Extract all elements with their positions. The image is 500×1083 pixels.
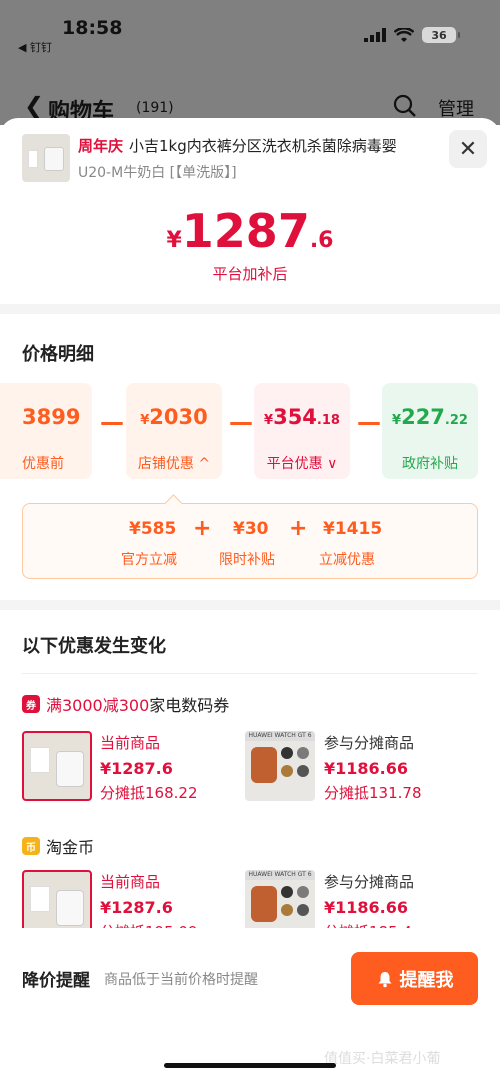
sub-value-instant: ¥1415 — [323, 519, 383, 539]
platform-currency: ¥ — [264, 413, 274, 428]
coin-name: 淘金币 — [46, 838, 95, 857]
watermark: 值值买·白菜君小葡 — [324, 1051, 441, 1067]
back-icon[interactable]: ❮ — [24, 92, 44, 120]
store-discount-detail: ¥585 官方立减 + ¥30 限时补贴 + ¥1415 立减优惠 — [22, 503, 478, 579]
back-to-app-link[interactable]: ◀ 钉钉 — [18, 39, 52, 55]
sub-label-limited: 限时补贴 — [219, 552, 275, 568]
store-currency: ¥ — [140, 413, 150, 428]
store-discount-label: 店铺优惠 ^ — [137, 456, 211, 472]
original-label: 优惠前 — [22, 456, 64, 472]
section-divider — [0, 304, 500, 314]
remind-me-button[interactable]: 提醒我 — [351, 952, 478, 1005]
home-indicator[interactable] — [164, 1063, 336, 1068]
current-product-label: 当前商品 — [100, 873, 161, 891]
watch-header: HUAWEI WATCH GT 6 — [245, 870, 315, 880]
cart-count: (191) — [136, 100, 174, 116]
minus-sign: — — [357, 408, 381, 436]
close-button[interactable]: ✕ — [449, 130, 487, 168]
shared-product-price: ¥1186.66 — [324, 898, 409, 917]
sub-label-instant: 立减优惠 — [319, 552, 375, 568]
coupon-icon: 券 — [22, 695, 40, 713]
coin-header: 币 淘金币 — [22, 834, 94, 858]
promo-tag: 周年庆 — [78, 137, 124, 155]
price-note: 平台加补后 — [212, 265, 288, 283]
sub-value-official: ¥585 — [129, 519, 177, 539]
breakdown-gov-subsidy: ¥227.22 政府补贴 — [382, 383, 478, 479]
current-product-share: 分摊抵168.22 — [100, 784, 198, 802]
shared-product-label: 参与分摊商品 — [324, 734, 415, 752]
shared-product-label: 参与分摊商品 — [324, 873, 415, 891]
current-product-price: ¥1287.6 — [100, 759, 173, 778]
price-alert-bar: 降价提醒 商品低于当前价格时提醒 提醒我 值值买·白菜君小葡 — [0, 928, 500, 1083]
product-title: 周年庆 小吉1kg内衣裤分区洗衣机杀菌除病毒婴 — [78, 135, 438, 156]
minus-sign: — — [100, 408, 124, 436]
cellular-signal-icon — [364, 28, 386, 42]
sub-value-limited: ¥30 — [233, 519, 269, 539]
status-icons: 36 — [364, 27, 460, 43]
watch-product-thumbnail[interactable]: HUAWEI WATCH GT 6 — [245, 731, 315, 801]
close-icon: ✕ — [458, 136, 478, 162]
current-product-thumbnail[interactable] — [22, 731, 92, 801]
taojinbi-icon: 币 — [22, 837, 40, 855]
coupon-header: 券 满3000减300 家电数码券 — [22, 692, 229, 716]
minus-sign: — — [229, 408, 253, 436]
sub-label-official: 官方立减 — [121, 552, 177, 568]
changes-title: 以下优惠发生变化 — [22, 636, 166, 657]
original-amount: 3899 — [22, 405, 81, 429]
gov-currency: ¥ — [392, 413, 402, 428]
coupon-highlight: 满3000减300 — [46, 696, 150, 715]
price-alert-title: 降价提醒 — [22, 971, 90, 991]
gov-decimal: .22 — [444, 413, 468, 428]
plus-sign: + — [193, 516, 212, 541]
section-divider — [0, 600, 500, 610]
store-amount: 2030 — [149, 405, 208, 429]
platform-decimal: .18 — [316, 413, 340, 428]
status-time: 18:58 — [62, 17, 123, 39]
breakdown-original: 3899 优惠前 — [0, 383, 92, 479]
remind-me-label: 提醒我 — [399, 969, 454, 991]
price-currency: ¥ — [166, 228, 182, 253]
breakdown-title: 价格明细 — [22, 344, 94, 365]
shared-product-share: 分摊抵131.78 — [324, 784, 422, 802]
product-thumbnail[interactable] — [22, 134, 70, 182]
plus-sign: + — [289, 516, 308, 541]
search-icon[interactable] — [393, 94, 417, 118]
bell-icon — [378, 971, 391, 987]
breakdown-platform-discount[interactable]: ¥354.18 平台优惠 ∨ — [254, 383, 350, 479]
wifi-icon — [394, 27, 414, 42]
current-product-label: 当前商品 — [100, 734, 161, 752]
price-integer: 1287 — [181, 204, 310, 258]
current-product-price: ¥1287.6 — [100, 898, 173, 917]
product-variant[interactable]: U20-M牛奶白 [【单洗版】] — [78, 162, 237, 182]
price-decimal: .6 — [309, 228, 334, 253]
price-alert-desc: 商品低于当前价格时提醒 — [104, 972, 258, 988]
status-bar: 18:58 ◀ 钉钉 36 — [0, 0, 500, 60]
platform-discount-label: 平台优惠 ∨ — [266, 456, 338, 472]
battery-icon: 36 — [422, 27, 460, 43]
divider-line — [22, 673, 478, 674]
gov-subsidy-label: 政府补贴 — [402, 456, 458, 472]
product-name: 小吉1kg内衣裤分区洗衣机杀菌除病毒婴 — [129, 137, 397, 155]
watch-header: HUAWEI WATCH GT 6 — [245, 731, 315, 741]
coupon-name: 家电数码券 — [149, 696, 230, 715]
breakdown-store-discount[interactable]: ¥2030 店铺优惠 ^ — [126, 383, 222, 479]
gov-amount: 227 — [401, 405, 445, 429]
final-price: ¥1287.6 — [0, 204, 500, 258]
platform-amount: 354 — [273, 405, 317, 429]
shared-product-price: ¥1186.66 — [324, 759, 409, 778]
